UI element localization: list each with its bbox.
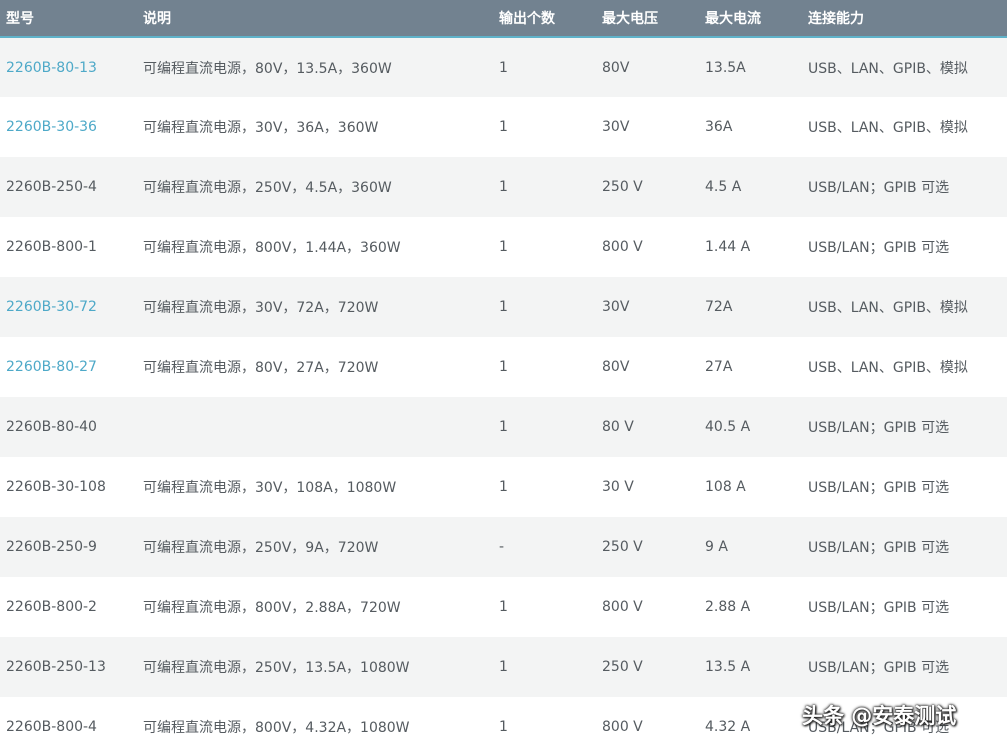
max-current-cell: 4.32 A (705, 719, 751, 735)
header-outputs[interactable]: 输出个数 (493, 0, 596, 37)
description-cell: 可编程直流电源，250V，4.5A，360W (143, 180, 392, 196)
description-cell: 可编程直流电源，250V，9A，720W (143, 540, 379, 556)
max-current-cell: 108 A (705, 479, 746, 495)
outputs-cell: 1 (499, 59, 508, 76)
header-max-current[interactable]: 最大电流 (699, 0, 802, 37)
connectivity-cell: USB/LAN；GPIB 可选 (808, 540, 950, 556)
outputs-cell: 1 (499, 419, 508, 435)
header-model[interactable]: 型号 (0, 0, 137, 37)
table-row: 2260B-250-9 可编程直流电源，250V，9A，720W - 250 V 9 A… (0, 517, 1007, 577)
max-voltage-cell: 800 V (602, 719, 643, 735)
model-cell: 2260B-800-4 (6, 719, 97, 735)
model-cell: 2260B-800-2 (6, 599, 97, 615)
outputs-cell: 1 (499, 719, 508, 735)
max-current-cell: 72A (705, 299, 733, 315)
description-cell: 可编程直流电源，800V，4.32A，1080W (143, 720, 410, 736)
header-max-voltage[interactable]: 最大电压 (596, 0, 699, 37)
table-row: 2260B-30-72 可编程直流电源，30V，72A，720W 1 30V 72A US… (0, 277, 1007, 337)
max-voltage-cell: 80 V (602, 419, 634, 435)
outputs-cell: 1 (499, 119, 508, 135)
page: 型号 说明 输出个数 最大电压 最大电流 连接能力 2260B-80-13 可编程… (0, 0, 1007, 751)
max-current-cell: 13.5 A (705, 659, 751, 675)
description-cell (137, 397, 493, 457)
model-cell: 2260B-800-1 (6, 239, 97, 255)
description-cell: 可编程直流电源，30V，72A，720W (143, 300, 379, 316)
header-row: 型号 说明 输出个数 最大电压 最大电流 连接能力 (0, 0, 1007, 37)
connectivity-cell: USB、LAN、GPIB、模拟 (808, 60, 968, 77)
description-cell: 可编程直流电源，800V，2.88A，720W (143, 600, 401, 616)
table-row: 2260B-30-108 可编程直流电源，30V，108A，1080W 1 30 V 1… (0, 457, 1007, 517)
max-current-cell: 9 A (705, 539, 728, 555)
max-voltage-cell: 30V (602, 299, 630, 315)
max-voltage-cell: 30 V (602, 479, 634, 495)
description-cell: 可编程直流电源，800V，1.44A，360W (143, 240, 401, 256)
outputs-cell: 1 (499, 479, 508, 495)
table-row: 2260B-80-40 1 80 V 40.5 A USB/LAN；GPIB 可选 (0, 397, 1007, 457)
connectivity-cell: USB、LAN、GPIB、模拟 (808, 120, 968, 136)
outputs-cell: 1 (499, 659, 508, 675)
max-voltage-cell: 80V (602, 359, 630, 375)
header-connectivity[interactable]: 连接能力 (802, 0, 1007, 37)
table-row: 2260B-250-13 可编程直流电源，250V，13.5A，1080W 1 250… (0, 637, 1007, 697)
max-voltage-cell: 250 V (602, 179, 643, 195)
max-voltage-cell: 30V (602, 119, 630, 135)
connectivity-cell: USB/LAN；GPIB 可选 (808, 480, 950, 496)
model-cell: 2260B-30-108 (6, 479, 106, 495)
max-current-cell: 36A (705, 119, 733, 135)
outputs-cell: 1 (499, 599, 508, 615)
table-row: 2260B-80-13 可编程直流电源，80V，13.5A，360W 1 80V 13.… (0, 37, 1007, 97)
table-row: 2260B-800-1 可编程直流电源，800V，1.44A，360W 1 800 V… (0, 217, 1007, 277)
table-body: 2260B-80-13 可编程直流电源，80V，13.5A，360W 1 80V 13.… (0, 37, 1007, 751)
outputs-cell: 1 (499, 299, 508, 315)
description-cell: 可编程直流电源，80V，13.5A，360W (143, 60, 392, 77)
model-cell: 2260B-250-9 (6, 539, 97, 555)
outputs-cell: 1 (499, 239, 508, 255)
table-row: 2260B-800-2 可编程直流电源，800V，2.88A，720W 1 800 V… (0, 577, 1007, 637)
max-voltage-cell: 800 V (602, 239, 643, 255)
description-cell: 可编程直流电源，30V，36A，360W (143, 120, 379, 136)
model-link[interactable]: 2260B-80-27 (0, 337, 137, 397)
table-header: 型号 说明 输出个数 最大电压 最大电流 连接能力 (0, 0, 1007, 37)
max-current-cell: 1.44 A (705, 239, 751, 255)
outputs-cell: 1 (499, 179, 508, 195)
max-voltage-cell: 800 V (602, 599, 643, 615)
model-cell: 2260B-250-13 (6, 659, 106, 675)
product-table: 型号 说明 输出个数 最大电压 最大电流 连接能力 2260B-80-13 可编程… (0, 0, 1007, 751)
connectivity-cell: USB/LAN；GPIB 可选 (808, 660, 950, 676)
max-current-cell: 40.5 A (705, 419, 751, 435)
description-cell: 可编程直流电源，250V，13.5A，1080W (143, 660, 410, 676)
model-link[interactable]: 2260B-30-72 (0, 277, 137, 337)
max-current-cell: 27A (705, 359, 733, 375)
description-cell: 可编程直流电源，30V，108A，1080W (143, 480, 397, 496)
table-row: 2260B-250-4 可编程直流电源，250V，4.5A，360W 1 250 V 4… (0, 157, 1007, 217)
outputs-cell: - (499, 539, 505, 555)
header-description[interactable]: 说明 (137, 0, 493, 37)
watermark: 头条 @安泰测试 (802, 704, 957, 728)
outputs-cell: 1 (499, 359, 508, 375)
model-cell: 2260B-250-4 (6, 179, 97, 195)
table-row: 2260B-80-27 可编程直流电源，80V，27A，720W 1 80V 27A US… (0, 337, 1007, 397)
model-cell: 2260B-80-40 (6, 419, 97, 435)
model-link[interactable]: 2260B-30-36 (0, 97, 137, 157)
max-current-cell: 2.88 A (705, 599, 751, 615)
description-cell: 可编程直流电源，80V，27A，720W (143, 360, 379, 376)
table-row: 2260B-30-36 可编程直流电源，30V，36A，360W 1 30V 36A US… (0, 97, 1007, 157)
connectivity-cell: USB/LAN；GPIB 可选 (808, 240, 950, 256)
max-voltage-cell: 250 V (602, 659, 643, 675)
connectivity-cell: USB、LAN、GPIB、模拟 (808, 360, 968, 376)
max-voltage-cell: 80V (602, 59, 630, 76)
connectivity-cell: USB、LAN、GPIB、模拟 (808, 300, 968, 316)
model-link[interactable]: 2260B-80-13 (0, 37, 137, 97)
max-voltage-cell: 250 V (602, 539, 643, 555)
max-current-cell: 13.5A (705, 59, 746, 76)
connectivity-cell: USB/LAN；GPIB 可选 (808, 420, 950, 436)
connectivity-cell: USB/LAN；GPIB 可选 (808, 180, 950, 196)
connectivity-cell: USB/LAN；GPIB 可选 (808, 600, 950, 616)
max-current-cell: 4.5 A (705, 179, 742, 195)
